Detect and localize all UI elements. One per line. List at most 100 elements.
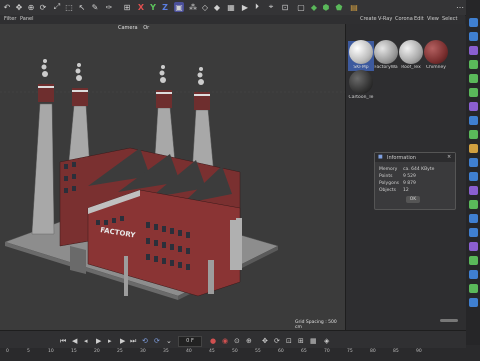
cloner-icon[interactable] [469,130,478,139]
menu-panel[interactable]: Panel [20,16,34,22]
tick-label: 35 [163,349,169,354]
move-tool-icon[interactable]: ✥ [14,2,24,12]
pen-icon[interactable]: ✎ [90,2,100,12]
layout-icon[interactable]: ⋯ [455,2,465,12]
instance-icon[interactable] [469,228,478,237]
edges-mode-icon[interactable]: ◇ [200,2,210,12]
material-label: Cartoon_Te [348,95,374,100]
null-icon[interactable] [469,214,478,223]
next-key-icon[interactable]: ▶ [120,337,125,345]
coordinate-system-icon[interactable]: ⊞ [122,2,132,12]
generator-icon[interactable]: ◆ [309,2,319,12]
boole-icon[interactable] [469,88,478,97]
y-axis-toggle[interactable]: Y [148,2,158,12]
render-view-icon[interactable]: ▶ [240,2,250,12]
mograph-icon[interactable] [469,284,478,293]
keyframe-icon[interactable]: ⊕ [246,337,252,345]
menu-select[interactable]: Select [442,16,457,22]
undo-icon[interactable]: ↶ [2,2,12,12]
select-icon[interactable]: ⬚ [64,2,74,12]
model-mode-icon[interactable]: ▣ [174,2,184,12]
floor-icon[interactable] [469,158,478,167]
tick-label: 45 [209,349,215,354]
material-swatch[interactable] [349,70,373,94]
material-swatch[interactable] [424,40,448,64]
frame-field[interactable]: 0 F [178,336,202,347]
polygons-mode-icon[interactable]: ◆ [212,2,222,12]
material-label: Chimney [426,65,446,70]
render-region-icon[interactable]: ▦ [226,2,236,12]
material-swatch[interactable] [374,40,398,64]
subdivision-icon[interactable] [469,60,478,69]
tick-label: 30 [140,349,146,354]
previous-key-icon[interactable]: ◀ [72,337,77,345]
scale-key-icon[interactable]: ⊡ [286,337,292,345]
key-selection-icon[interactable]: ⊙ [234,337,240,345]
render-picture-icon[interactable]: ⏵ [252,2,262,12]
motion-icon[interactable]: ◈ [324,337,329,345]
menu-view[interactable]: View [427,16,439,22]
menu-create[interactable]: Create [360,16,377,22]
memory-label: Memory [379,167,398,172]
material-swatch[interactable] [399,40,423,64]
tick-label: 75 [347,349,353,354]
loop-mode-icon[interactable]: ⟳ [154,337,160,345]
object-manager-icon[interactable] [469,18,478,27]
cube-icon[interactable]: ▢ [296,2,306,12]
volume-icon[interactable] [469,256,478,265]
menu-vray[interactable]: V-Ray [378,16,392,22]
deformer-icon[interactable]: ⬟ [334,2,344,12]
menu-corona[interactable]: Corona [395,16,413,22]
menu-filter[interactable]: Filter [4,16,16,22]
rotate-icon[interactable]: ⟳ [38,2,48,12]
brush-icon[interactable]: ✑ [104,2,114,12]
hair-icon[interactable] [469,242,478,251]
effector-icon[interactable] [469,200,478,209]
zoom-slider[interactable] [440,319,458,322]
position-key-icon[interactable]: ✥ [262,337,268,345]
autokey-icon[interactable]: ◉ [222,337,228,345]
parameter-key-icon[interactable]: ⊞ [298,337,304,345]
tick-label: 80 [370,349,376,354]
nurbs-icon[interactable]: ⬢ [321,2,331,12]
live-selection-icon[interactable]: ↖ [77,2,87,12]
go-to-end-icon[interactable]: ⏭ [130,337,136,346]
loop-icon[interactable]: ⟲ [142,337,148,345]
move-icon[interactable]: ⊕ [26,2,36,12]
record-icon[interactable]: ● [210,337,216,345]
snap-icon[interactable]: ⌖ [266,2,276,12]
next-frame-icon[interactable]: ▸ [108,337,112,345]
array-icon[interactable] [469,74,478,83]
scale-icon[interactable]: ⤢ [52,2,62,12]
rotation-key-icon[interactable]: ⟳ [274,337,280,345]
scene-icon[interactable]: ▤ [349,2,359,12]
spline-icon[interactable] [469,46,478,55]
z-axis-toggle[interactable]: Z [160,2,170,12]
light-icon[interactable] [469,144,478,153]
pla-key-icon[interactable]: ▦ [310,337,317,345]
play-icon[interactable]: ▶ [96,337,101,345]
ok-button[interactable]: OK [406,196,420,203]
go-to-start-icon[interactable]: ⏮ [60,337,66,346]
material-label: Roof_Tex [401,65,421,70]
menu-edit[interactable]: Edit [414,16,424,22]
timeline-ruler[interactable]: 0 5 10 15 20 25 30 35 40 45 50 55 60 65 … [0,348,466,361]
points-mode-icon[interactable]: ⁂ [188,2,198,12]
sky-icon[interactable] [469,172,478,181]
x-axis-toggle[interactable]: X [136,2,146,12]
close-icon[interactable]: × [447,154,451,160]
sound-icon[interactable] [469,298,478,307]
cube-primitive-icon[interactable] [469,32,478,41]
field-icon[interactable] [469,270,478,279]
3d-viewport[interactable]: Camera Or FACTORY Grid Spacing: 500 cm [0,24,346,330]
lock-icon[interactable]: ⊡ [280,2,290,12]
bend-icon[interactable] [469,102,478,111]
camera-icon[interactable] [469,116,478,125]
previous-frame-icon[interactable]: ◂ [84,337,88,345]
factory-model[interactable]: FACTORY [0,24,345,330]
frame-settings-icon[interactable]: ⌄ [166,337,172,345]
objects-label: Objects [379,188,397,193]
material-swatch[interactable] [349,40,373,64]
viewport-menu: Filter Panel [0,15,345,24]
tag-icon[interactable] [469,186,478,195]
